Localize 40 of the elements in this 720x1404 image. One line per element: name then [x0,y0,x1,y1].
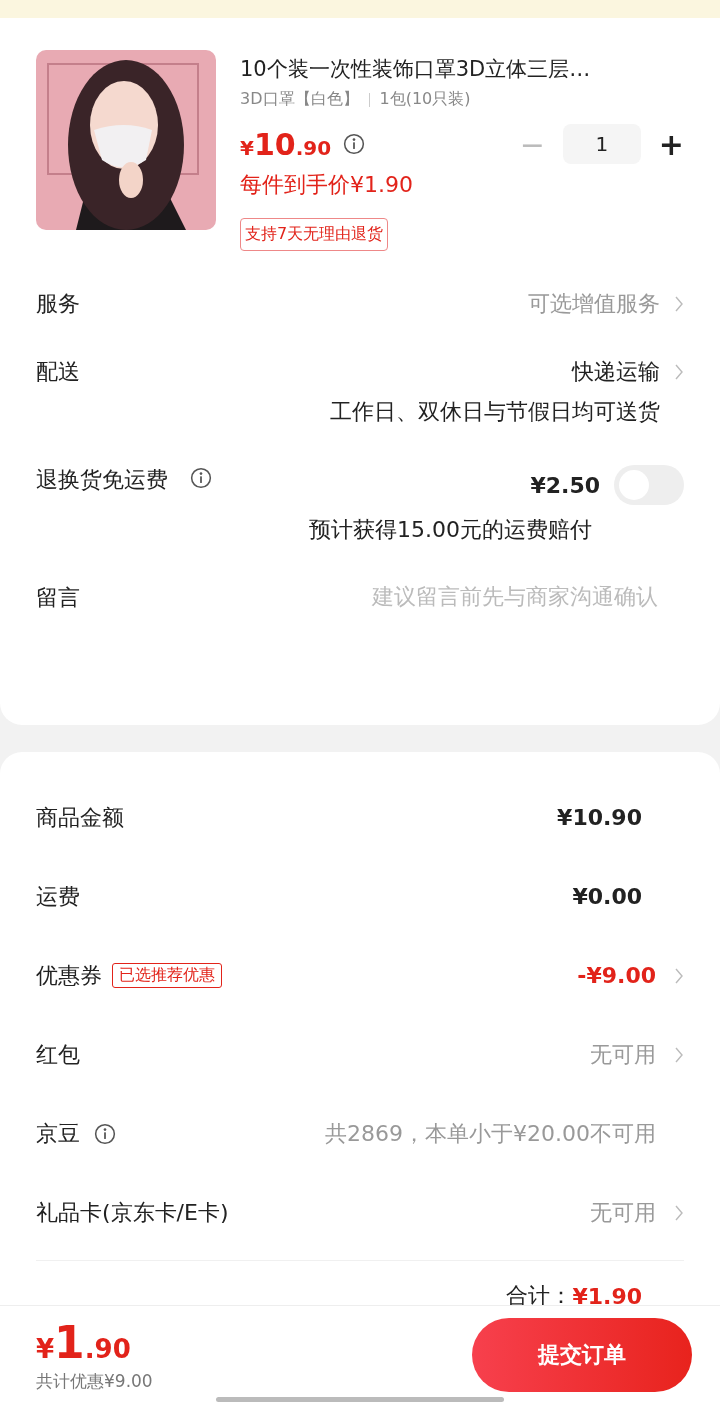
summary-value: ¥10.90 [557,805,642,830]
summary-value[interactable]: 共2869，本单小于¥20.00不可用 [325,1118,656,1149]
return-policy-tag: 支持7天无理由退货 [240,218,389,251]
summary-label: 京豆 [36,1119,80,1148]
increase-button[interactable]: + [658,126,684,162]
summary-label: 优惠券 [36,961,102,990]
chevron-icon[interactable] [674,294,684,314]
product-spec: 3D口罩【白色】 [240,89,359,110]
option-note: 预计获得15.00元的运费赔付 [309,516,592,544]
option-value[interactable]: 快递运输 [572,357,660,387]
unit-price: 每件到手价¥1.90 [240,171,413,199]
info-icon[interactable] [190,467,212,489]
option-value[interactable]: 可选增值服务 [528,289,660,319]
chevron-icon[interactable] [674,362,684,382]
total-label: 合计： [506,1282,573,1310]
summary-value: ¥0.00 [572,884,642,909]
summary-label: 运费 [36,882,80,911]
option-note: 工作日、双休日与节假日均可送货 [330,398,660,426]
product-pack: 1包(10只装) [379,89,471,110]
info-icon[interactable] [94,1122,116,1145]
summary-label: 红包 [36,1040,80,1069]
discount-total: 共计优惠¥9.00 [36,1370,153,1393]
total-value: ¥1.90 [572,1283,642,1309]
summary-label: 礼品卡(京东卡/E卡) [36,1198,229,1227]
summary-value[interactable]: 无可用 [590,1039,656,1070]
summary-value[interactable]: 无可用 [590,1197,656,1228]
summary-value[interactable]: -¥9.00 [577,963,656,988]
option-label: 配送 [36,358,80,386]
option-label: 留言 [36,584,80,612]
info-icon[interactable] [343,133,366,155]
option-label: 服务 [36,290,80,318]
option-value: ¥2.50 [530,472,600,498]
summary-label: 商品金额 [36,803,124,832]
quantity-field[interactable]: 1 [562,124,641,164]
coupon-tag: 已选推荐优惠 [112,963,222,988]
payable-price: ¥1.90 [36,1317,132,1368]
option-label: 退换货免运费 [36,466,168,494]
product-title: 10个装一次性装饰口罩3D立体三层… [240,56,591,83]
submit-order-button[interactable]: 提交订单 [472,1318,692,1392]
product-price: ¥10.90 [240,126,332,162]
